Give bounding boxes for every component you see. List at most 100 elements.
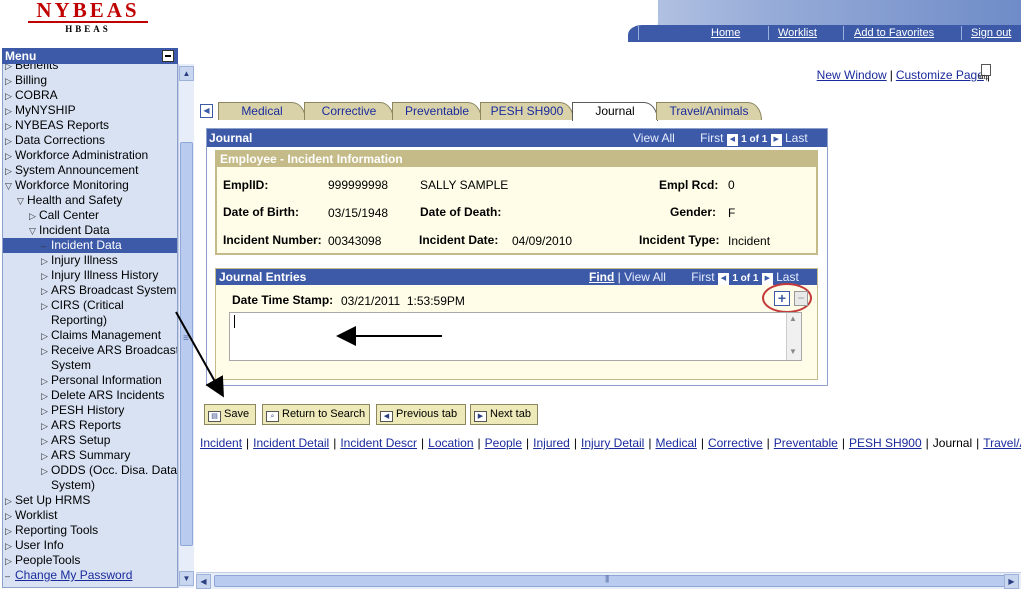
collapsed-triangle-icon: ▷: [5, 556, 12, 566]
nav-sign-out-link[interactable]: Sign out: [971, 27, 1011, 39]
menu-item[interactable]: ▷ NYBEAS Reports: [3, 118, 177, 133]
scroll-down-icon[interactable]: ▼: [179, 571, 194, 586]
collapse-menu-icon[interactable]: [162, 50, 174, 62]
return-to-search-button[interactable]: ⌕ Return to Search: [262, 404, 370, 425]
menu-item[interactable]: ▷ Set Up HRMS: [3, 493, 177, 508]
http-link-icon[interactable]: http: [978, 64, 994, 82]
menu-item[interactable]: ▷ Claims Management: [3, 328, 177, 343]
page-link[interactable]: Injured: [533, 436, 570, 450]
menu-item[interactable]: ▷ Reporting Tools: [3, 523, 177, 538]
horizontal-scroll-thumb[interactable]: [214, 574, 1014, 587]
textarea-scroll-down-icon[interactable]: ▼: [789, 347, 797, 356]
menu-item[interactable]: ▷ ARS Setup: [3, 433, 177, 448]
menu-item[interactable]: ▷ COBRA: [3, 88, 177, 103]
menu-item-label: Injury Illness History: [51, 268, 159, 282]
menu-item[interactable]: ▷ Injury Illness History: [3, 268, 177, 283]
tab-preventable[interactable]: Preventable: [392, 102, 482, 120]
page-link[interactable]: Incident: [200, 436, 242, 450]
entries-last[interactable]: Last: [776, 270, 799, 284]
entries-find-link[interactable]: Find: [589, 270, 614, 284]
scroll-up-icon[interactable]: ▲: [179, 66, 194, 81]
tab-medical[interactable]: Medical: [218, 102, 306, 120]
menu-item[interactable]: ▷ Billing: [3, 73, 177, 88]
menu-scrollbar[interactable]: ▲ ▼: [178, 64, 194, 588]
journal-first[interactable]: First: [700, 131, 723, 145]
tab-travel-animals[interactable]: Travel/Animals: [656, 102, 762, 120]
menu-item[interactable]: System: [3, 358, 177, 373]
menu-item[interactable]: ▷ CIRS (Critical: [3, 298, 177, 313]
scroll-right-icon[interactable]: ▶: [1004, 574, 1019, 589]
entries-next-icon[interactable]: ▶: [761, 273, 773, 285]
journal-entry-textarea[interactable]: ▲ ▼: [229, 312, 802, 361]
page-link[interactable]: Corrective: [708, 436, 763, 450]
entries-prev-icon[interactable]: ◀: [717, 273, 729, 285]
menu-item[interactable]: ▷ PESH History: [3, 403, 177, 418]
previous-tab-button[interactable]: ◀ Previous tab: [376, 404, 466, 425]
menu-item[interactable]: ▷ ARS Reports: [3, 418, 177, 433]
menu-item[interactable]: – Change My Password: [3, 568, 177, 583]
collapsed-triangle-icon: ▷: [41, 406, 48, 416]
menu-item[interactable]: ▷ Delete ARS Incidents: [3, 388, 177, 403]
tab-scroll-left-icon[interactable]: ◀: [200, 104, 213, 118]
entries-first[interactable]: First: [691, 270, 714, 284]
menu-item[interactable]: ▷ Worklist: [3, 508, 177, 523]
tab-pesh-sh900[interactable]: PESH SH900: [480, 102, 574, 120]
menu-item-label: Change My Password: [15, 568, 133, 582]
menu-item[interactable]: ▽ Incident Data: [3, 223, 177, 238]
page-link[interactable]: Injury Detail: [581, 436, 644, 450]
delete-row-icon[interactable]: −: [794, 291, 808, 306]
save-button[interactable]: ▤ Save: [204, 404, 256, 425]
nav-worklist-link[interactable]: Worklist: [778, 27, 817, 39]
nav-add-favorites-link[interactable]: Add to Favorites: [854, 27, 934, 39]
menu-item[interactable]: ▷ ARS Summary: [3, 448, 177, 463]
menu-item[interactable]: ▷ PeopleTools: [3, 553, 177, 568]
menu-item[interactable]: ▷ System Announcement: [3, 163, 177, 178]
textarea-scrollbar[interactable]: ▲ ▼: [786, 313, 801, 360]
page-tabs: ◀ Medical Corrective Preventable PESH SH…: [200, 102, 820, 121]
collapsed-triangle-icon: ▷: [41, 391, 48, 401]
page-link[interactable]: Medical: [655, 436, 696, 450]
page-link[interactable]: Location: [428, 436, 473, 450]
scroll-left-icon[interactable]: ◀: [196, 574, 211, 589]
journal-prev-icon[interactable]: ◀: [726, 134, 738, 146]
menu-item[interactable]: ▷ Receive ARS Broadcast: [3, 343, 178, 358]
page-link[interactable]: People: [485, 436, 522, 450]
page-link[interactable]: PESH SH900: [849, 436, 922, 450]
timestamp-label: Date Time Stamp:: [232, 293, 334, 307]
journal-next-icon[interactable]: ▶: [770, 134, 782, 146]
page-link[interactable]: Incident Detail: [253, 436, 329, 450]
page-link[interactable]: Travel/Ani: [983, 436, 1021, 450]
page-link[interactable]: Incident Descr: [340, 436, 417, 450]
menu-item[interactable]: ▷ MyNYSHIP: [3, 103, 177, 118]
menu-item[interactable]: ▷ ODDS (Occ. Disa. Data: [3, 463, 177, 478]
page-link[interactable]: Preventable: [774, 436, 838, 450]
entries-view-all[interactable]: View All: [624, 270, 666, 284]
collapsed-triangle-icon: ▷: [5, 541, 12, 551]
next-tab-button[interactable]: ▶ Next tab: [470, 404, 538, 425]
tab-corrective[interactable]: Corrective: [304, 102, 394, 120]
new-window-link[interactable]: New Window: [817, 68, 887, 82]
menu-item[interactable]: ▷ Injury Illness: [3, 253, 177, 268]
menu-item[interactable]: ▷ Workforce Administration: [3, 148, 177, 163]
menu-item[interactable]: ▷ User Info: [3, 538, 177, 553]
menu-scroll-thumb[interactable]: [180, 142, 193, 546]
menu-item[interactable]: System): [3, 478, 177, 493]
menu-item[interactable]: – Incident Data: [3, 238, 177, 253]
menu-item[interactable]: ▷ Data Corrections: [3, 133, 177, 148]
menu-item[interactable]: Reporting): [3, 313, 177, 328]
menu-item[interactable]: ▷ Personal Information: [3, 373, 177, 388]
journal-view-all[interactable]: View All: [633, 131, 675, 145]
menu-item[interactable]: ▽ Workforce Monitoring: [3, 178, 177, 193]
add-row-icon[interactable]: +: [774, 291, 790, 306]
tab-journal[interactable]: Journal: [572, 102, 658, 121]
nav-home-link[interactable]: Home: [711, 27, 740, 39]
horizontal-scrollbar[interactable]: ◀ ▶: [196, 572, 1021, 589]
menu-item-label: Receive ARS Broadcast: [51, 343, 178, 357]
menu-item[interactable]: ▷ Benefits: [3, 64, 177, 73]
menu-item[interactable]: ▷ ARS Broadcast System: [3, 283, 177, 298]
customize-page-link[interactable]: Customize Page: [896, 68, 984, 82]
journal-last[interactable]: Last: [785, 131, 808, 145]
textarea-scroll-up-icon[interactable]: ▲: [789, 314, 797, 323]
menu-item[interactable]: ▽ Health and Safety: [3, 193, 177, 208]
menu-item[interactable]: ▷ Call Center: [3, 208, 177, 223]
